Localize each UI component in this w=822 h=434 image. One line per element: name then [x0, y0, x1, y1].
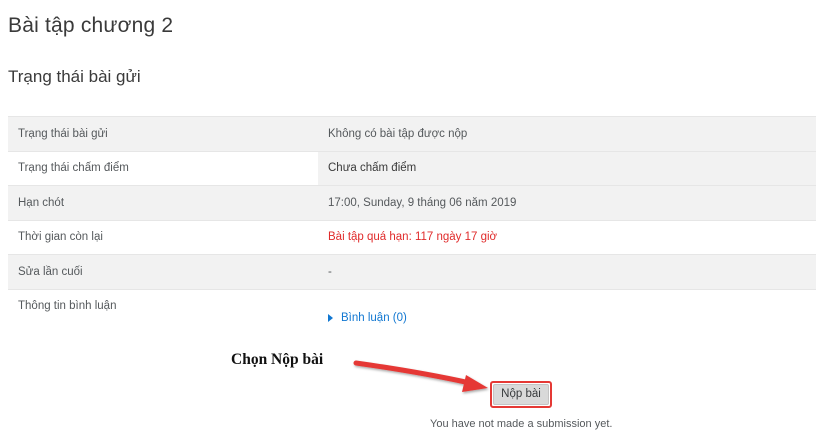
- submission-status-note: You have not made a submission yet.: [430, 418, 613, 430]
- submit-assignment-button[interactable]: Nộp bài: [493, 384, 549, 405]
- submit-button-highlight: Nộp bài: [490, 381, 552, 408]
- annotation-arrow-icon: [353, 360, 488, 392]
